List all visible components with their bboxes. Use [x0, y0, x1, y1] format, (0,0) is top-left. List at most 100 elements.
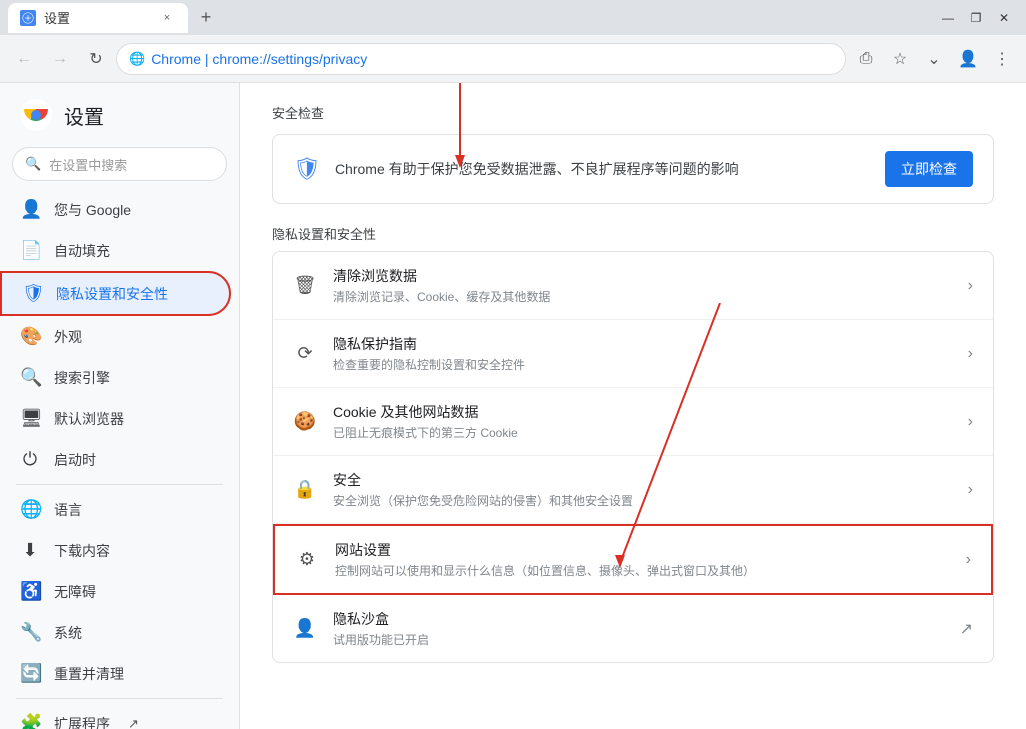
sidebar-item-downloads[interactable]: ⬇ 下载内容 [0, 530, 231, 571]
back-button[interactable]: ← [8, 43, 40, 75]
search-placeholder: 在设置中搜索 [49, 155, 127, 174]
close-button[interactable]: ✕ [990, 4, 1018, 32]
privacy-icon: 🛡 [22, 283, 42, 304]
sidebar-item-autofill[interactable]: 📄 自动填充 [0, 230, 231, 271]
clear-browsing-text: 清除浏览数据 清除浏览记录、Cookie、缓存及其他数据 [333, 266, 952, 305]
site-settings-subtitle: 控制网站可以使用和显示什么信息（如位置信息、摄像头、弹出式窗口及其他） [335, 562, 950, 579]
sidebar-item-accessibility[interactable]: ♿ 无障碍 [0, 571, 231, 612]
cookies-subtitle: 已阻止无痕模式下的第三方 Cookie [333, 424, 952, 441]
search-engine-icon: 🔍 [20, 367, 40, 388]
sidebar-item-label: 下载内容 [54, 541, 110, 561]
addressbar: ← → ↻ 🌐 Chrome | chrome://settings/priva… [0, 35, 1026, 83]
sidebar-item-startup[interactable]: ⏻ 启动时 [0, 439, 231, 480]
sidebar-item-label: 无障碍 [54, 582, 96, 602]
titlebar-left: 设置 × + [0, 3, 934, 33]
arrow-icon: › [968, 413, 973, 431]
sidebar: 设置 🔍 在设置中搜索 👤 您与 Google 📄 自动填充 🛡 隐私设置和安全… [0, 83, 240, 729]
bookmark-button[interactable]: ☆ [884, 43, 916, 75]
chrome-logo-icon [20, 99, 52, 131]
sandbox-text: 隐私沙盒 试用版功能已开启 [333, 609, 944, 648]
guide-icon: ⟳ [293, 343, 317, 364]
sidebar-item-label: 系统 [54, 623, 82, 643]
refresh-button[interactable]: ↻ [80, 43, 112, 75]
safety-description: Chrome 有助于保护您免受数据泄露、不良扩展程序等问题的影响 [335, 159, 871, 179]
sidebar-item-label: 搜索引擎 [54, 368, 110, 388]
sidebar-item-google-account[interactable]: 👤 您与 Google [0, 189, 231, 230]
address-text: Chrome | chrome://settings/privacy [151, 51, 367, 67]
privacy-item-cookies[interactable]: 🍪 Cookie 及其他网站数据 已阻止无痕模式下的第三方 Cookie › [273, 388, 993, 456]
sidebar-item-label: 外观 [54, 327, 82, 347]
sandbox-subtitle: 试用版功能已开启 [333, 631, 944, 648]
privacy-guide-subtitle: 检查重要的隐私控制设置和安全控件 [333, 356, 952, 373]
sidebar-item-search[interactable]: 🔍 搜索引擎 [0, 357, 231, 398]
trash-icon: 🗑 [293, 275, 317, 296]
sidebar-nav: 👤 您与 Google 📄 自动填充 🛡 隐私设置和安全性 🎨 外观 🔍 搜索引… [0, 189, 239, 729]
sidebar-item-label: 您与 Google [54, 200, 131, 220]
new-tab-button[interactable]: + [192, 4, 220, 32]
appearance-icon: 🎨 [20, 326, 40, 347]
privacy-item-security[interactable]: 🔒 安全 安全浏览（保护您免受危险网站的侵害）和其他安全设置 › [273, 456, 993, 524]
site-settings-text: 网站设置 控制网站可以使用和显示什么信息（如位置信息、摄像头、弹出式窗口及其他） [335, 540, 950, 579]
sidebar-item-reset[interactable]: 🔄 重置并清理 [0, 653, 231, 694]
extensions-link-icon: ↗ [128, 716, 139, 729]
privacy-item-guide[interactable]: ⟳ 隐私保护指南 检查重要的隐私控制设置和安全控件 › [273, 320, 993, 388]
arrow-icon: › [968, 345, 973, 363]
safety-section-title: 安全检查 [272, 103, 994, 122]
sidebar-item-appearance[interactable]: 🎨 外观 [0, 316, 231, 357]
sidebar-item-privacy[interactable]: 🛡 隐私设置和安全性 [0, 271, 231, 316]
active-tab[interactable]: 设置 × [8, 3, 188, 33]
tab-favicon [20, 10, 36, 26]
toolbar-right: ⎙ ☆ ⌄ 👤 ⋮ [850, 43, 1018, 75]
privacy-item-clear-browsing[interactable]: 🗑 清除浏览数据 清除浏览记录、Cookie、缓存及其他数据 › [273, 252, 993, 320]
external-link-icon: ↗ [960, 619, 973, 639]
default-browser-icon: 🖥 [20, 408, 40, 429]
minimize-button[interactable]: — [934, 4, 962, 32]
menu-button[interactable]: ⋮ [986, 43, 1018, 75]
sidebar-divider-2 [16, 698, 223, 699]
settings-header: 设置 [0, 83, 239, 147]
maximize-button[interactable]: ❐ [962, 4, 990, 32]
safety-check-card: 🛡 Chrome 有助于保护您免受数据泄露、不良扩展程序等问题的影响 立即检查 [272, 134, 994, 204]
sidebar-item-default-browser[interactable]: 🖥 默认浏览器 [0, 398, 231, 439]
sidebar-item-label: 扩展程序 [54, 714, 110, 729]
privacy-item-sandbox[interactable]: 👤 隐私沙盒 试用版功能已开启 ↗ [273, 595, 993, 662]
tab-close-btn[interactable]: × [158, 9, 176, 27]
sandbox-icon: 👤 [293, 618, 317, 639]
system-icon: 🔧 [20, 622, 40, 643]
sidebar-item-system[interactable]: 🔧 系统 [0, 612, 231, 653]
arrow-icon: › [966, 551, 971, 569]
safety-check-button[interactable]: 立即检查 [885, 151, 973, 187]
accessibility-icon: ♿ [20, 581, 40, 602]
sandbox-title: 隐私沙盒 [333, 609, 944, 629]
cookies-title: Cookie 及其他网站数据 [333, 402, 952, 422]
search-icon: 🔍 [25, 156, 41, 172]
share-button[interactable]: ⎙ [850, 43, 882, 75]
security-title: 安全 [333, 470, 952, 490]
lock-icon: 🔒 [293, 479, 317, 500]
cookies-text: Cookie 及其他网站数据 已阻止无痕模式下的第三方 Cookie [333, 402, 952, 441]
sidebar-item-label: 自动填充 [54, 241, 110, 261]
content-area: 安全检查 🛡 Chrome 有助于保护您免受数据泄露、不良扩展程序等问题的影响 … [240, 83, 1026, 729]
sidebar-item-label: 语言 [54, 500, 82, 520]
arrow-icon: › [968, 481, 973, 499]
forward-button[interactable]: → [44, 43, 76, 75]
privacy-settings-list: 🗑 清除浏览数据 清除浏览记录、Cookie、缓存及其他数据 › ⟳ 隐私保护指… [272, 251, 994, 663]
site-settings-title: 网站设置 [335, 540, 950, 560]
window-controls: — ❐ ✕ [934, 4, 1018, 32]
sidebar-item-label: 隐私设置和安全性 [56, 284, 168, 304]
privacy-item-site-settings[interactable]: ⚙ 网站设置 控制网站可以使用和显示什么信息（如位置信息、摄像头、弹出式窗口及其… [273, 524, 993, 595]
titlebar: 设置 × + — ❐ ✕ [0, 0, 1026, 35]
settings-page-title: 设置 [64, 101, 104, 130]
tab-search-button[interactable]: ⌄ [918, 43, 950, 75]
security-subtitle: 安全浏览（保护您免受危险网站的侵害）和其他安全设置 [333, 492, 952, 509]
cookie-icon: 🍪 [293, 411, 317, 432]
sidebar-item-extensions[interactable]: 🧩 扩展程序 ↗ [0, 703, 231, 729]
startup-icon: ⏻ [20, 449, 40, 470]
privacy-guide-text: 隐私保护指南 检查重要的隐私控制设置和安全控件 [333, 334, 952, 373]
settings-search[interactable]: 🔍 在设置中搜索 [12, 147, 227, 181]
address-bar-input[interactable]: 🌐 Chrome | chrome://settings/privacy [116, 43, 846, 75]
clear-browsing-subtitle: 清除浏览记录、Cookie、缓存及其他数据 [333, 288, 952, 305]
profile-button[interactable]: 👤 [952, 43, 984, 75]
sidebar-item-language[interactable]: 🌐 语言 [0, 489, 231, 530]
google-account-icon: 👤 [20, 199, 40, 220]
